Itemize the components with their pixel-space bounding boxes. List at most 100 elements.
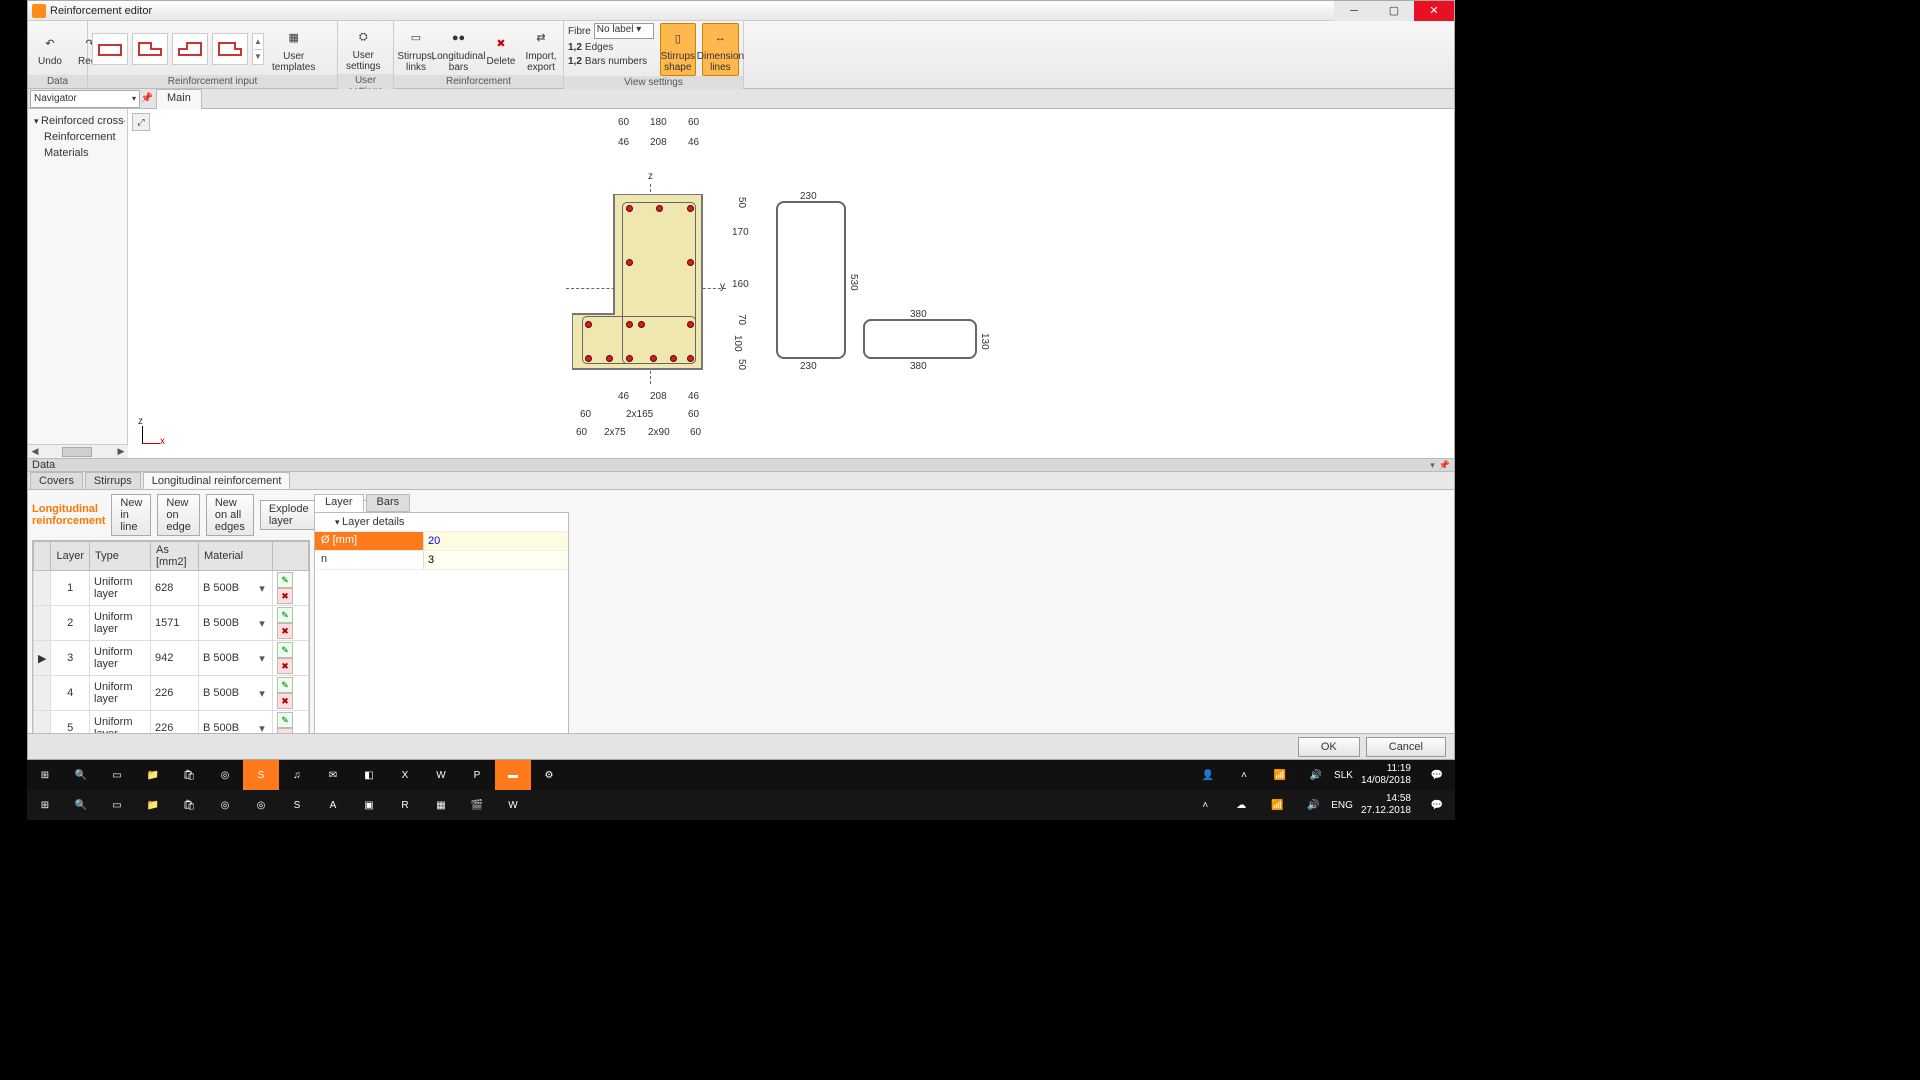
tab-covers[interactable]: Covers (30, 472, 83, 489)
ok-button[interactable]: OK (1298, 737, 1360, 757)
diameter-input[interactable] (424, 532, 568, 550)
row-delete-button[interactable]: ✖ (277, 658, 293, 674)
stirrups-links-button[interactable]: ▭Stirrups, links (398, 24, 434, 75)
acrobat-icon[interactable]: A (315, 790, 351, 820)
shape-template-scroll[interactable]: ▲▼ (252, 33, 264, 65)
row-edit-button[interactable]: ✎ (277, 607, 293, 623)
cancel-button[interactable]: Cancel (1366, 737, 1446, 757)
dimension-lines-toggle[interactable]: ↔Dimension lines (702, 23, 739, 76)
stirrups-shape-toggle[interactable]: ▯Stirrups shape (660, 23, 696, 76)
app-grey-icon[interactable]: ▦ (423, 790, 459, 820)
search-icon[interactable]: 🔍 (63, 760, 99, 790)
row-delete-button[interactable]: ✖ (277, 623, 293, 639)
explorer-icon[interactable]: 📁 (135, 760, 171, 790)
taskview-icon[interactable]: ▭ (99, 760, 135, 790)
spotify-icon[interactable]: ♫ (279, 760, 315, 790)
data-panel-pin[interactable]: 📌 (1439, 460, 1450, 471)
start-button-bottom[interactable]: ⊞ (27, 790, 63, 820)
gear-icon[interactable]: ⚙ (531, 760, 567, 790)
navigator-dropdown[interactable]: Navigator▾ (30, 90, 140, 108)
user-settings-button[interactable]: ⛭ User settings (342, 23, 384, 74)
explorer-icon-bottom[interactable]: 📁 (135, 790, 171, 820)
layer-details-header[interactable]: Layer details (315, 513, 568, 532)
powerpoint-icon[interactable]: P (459, 760, 495, 790)
onedrive-icon[interactable]: ☁ (1223, 790, 1259, 820)
window-close-button[interactable]: ✕ (1414, 1, 1454, 21)
new-on-edge-button[interactable]: New on edge (157, 494, 199, 536)
video-icon[interactable]: 🎬 (459, 790, 495, 820)
excel-icon[interactable]: X (387, 760, 423, 790)
tab-stirrups[interactable]: Stirrups (85, 472, 141, 489)
clock-top[interactable]: 11:1914/08/2018 (1353, 763, 1419, 787)
volume-icon-bottom[interactable]: 🔊 (1295, 790, 1331, 820)
store-icon-bottom[interactable]: 🛍 (171, 790, 207, 820)
window-minimize-button[interactable]: ─ (1334, 1, 1374, 21)
tray-up-icon[interactable]: ˄ (1226, 760, 1262, 790)
taskview-icon-bottom[interactable]: ▭ (99, 790, 135, 820)
skype-icon[interactable]: S (243, 760, 279, 790)
window-maximize-button[interactable]: ▢ (1374, 1, 1414, 21)
subtab-layer[interactable]: Layer (314, 494, 364, 512)
word-icon-bottom[interactable]: W (495, 790, 531, 820)
chrome2-icon[interactable]: ◎ (243, 790, 279, 820)
store-icon[interactable]: 🛍 (171, 760, 207, 790)
data-panel-dropdown[interactable]: ▾ (1430, 460, 1435, 471)
shape-template-3[interactable] (172, 33, 208, 65)
volume-icon[interactable]: 🔊 (1298, 760, 1334, 790)
longitudinal-bars-button[interactable]: ●●Longitudinal bars (438, 24, 479, 75)
row-edit-button[interactable]: ✎ (277, 642, 293, 658)
row-edit-button[interactable]: ✎ (277, 712, 293, 728)
search-icon-bottom[interactable]: 🔍 (63, 790, 99, 820)
chrome-icon[interactable]: ◎ (207, 760, 243, 790)
shape-template-1[interactable] (92, 33, 128, 65)
table-row[interactable]: 1Uniform layer628B 500B▾✎✖ (34, 571, 309, 606)
undo-button[interactable]: ↶ Undo (32, 29, 68, 69)
table-row[interactable]: 4Uniform layer226B 500B▾✎✖ (34, 676, 309, 711)
app-icon-1[interactable]: ◧ (351, 760, 387, 790)
people-icon[interactable]: 👤 (1190, 760, 1226, 790)
clock-bottom[interactable]: 14:5827.12.2018 (1353, 793, 1419, 817)
current-app-icon[interactable]: ▬ (495, 760, 531, 790)
wifi-icon-bottom[interactable]: 📶 (1259, 790, 1295, 820)
lang-indicator-bottom[interactable]: ENG (1331, 800, 1353, 811)
row-delete-button[interactable]: ✖ (277, 588, 293, 604)
tab-longitudinal[interactable]: Longitudinal reinforcement (143, 472, 291, 489)
new-in-line-button[interactable]: New in line (111, 494, 151, 536)
n-input[interactable] (424, 551, 568, 569)
app-orange-icon[interactable]: ▣ (351, 790, 387, 820)
row-edit-button[interactable]: ✎ (277, 677, 293, 693)
notifications-icon-bottom[interactable]: 💬 (1419, 790, 1455, 820)
tab-main[interactable]: Main (156, 89, 202, 109)
table-row[interactable]: 2Uniform layer1571B 500B▾✎✖ (34, 606, 309, 641)
edges-toggle[interactable]: Edges (585, 42, 613, 53)
tree-item-reinforcement[interactable]: Reinforcement (30, 129, 125, 145)
layers-grid[interactable]: Layer Type As [mm2] Material 1Uniform la… (32, 540, 310, 747)
subtab-bars[interactable]: Bars (366, 494, 411, 512)
bars-numbers-toggle[interactable]: Bars numbers (585, 56, 647, 67)
tray-up-icon-bottom[interactable]: ˄ (1187, 790, 1223, 820)
tree-item-materials[interactable]: Materials (30, 145, 125, 161)
start-button-top[interactable]: ⊞ (27, 760, 63, 790)
wifi-icon[interactable]: 📶 (1262, 760, 1298, 790)
navigator-pin[interactable]: 📌 (140, 93, 154, 104)
zoom-fit-button[interactable]: ⤢ (132, 113, 150, 131)
explode-layer-button[interactable]: Explode layer (260, 500, 318, 530)
notifications-icon[interactable]: 💬 (1419, 760, 1455, 790)
shape-template-2[interactable] (132, 33, 168, 65)
row-delete-button[interactable]: ✖ (277, 693, 293, 709)
delete-button[interactable]: ✖Delete (483, 29, 519, 69)
app-r-icon[interactable]: R (387, 790, 423, 820)
tree-hscroll[interactable]: ◀▶ (28, 444, 128, 458)
import-export-button[interactable]: ⇄Import, export (523, 24, 559, 75)
chrome-icon-bottom[interactable]: ◎ (207, 790, 243, 820)
word-icon[interactable]: W (423, 760, 459, 790)
skype-icon-bottom[interactable]: S (279, 790, 315, 820)
lang-indicator-top[interactable]: SLK (1334, 770, 1353, 781)
drawing-canvas[interactable]: ⤢ 60 180 60 46 208 46 z y (128, 109, 1454, 458)
table-row[interactable]: ▶3Uniform layer942B 500B▾✎✖ (34, 641, 309, 676)
outlook-icon[interactable]: ✉ (315, 760, 351, 790)
new-on-all-edges-button[interactable]: New on all edges (206, 494, 254, 536)
tree-root[interactable]: Reinforced cross-se (30, 113, 125, 129)
row-edit-button[interactable]: ✎ (277, 572, 293, 588)
fibre-dropdown[interactable]: No label ▾ (594, 23, 654, 39)
